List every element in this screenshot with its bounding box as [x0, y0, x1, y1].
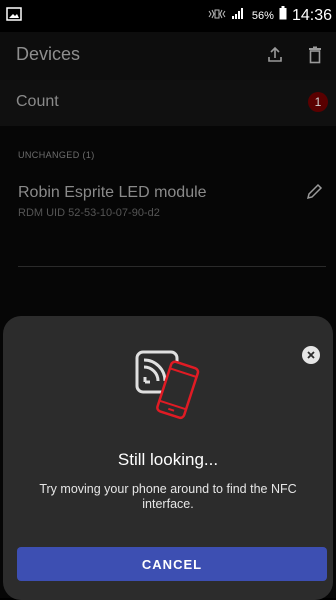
sheet-message: Try moving your phone around to find the… [39, 482, 297, 511]
device-uid: RDM UID 52-53-10-07-90-d2 [18, 207, 160, 219]
signal-icon [231, 6, 247, 25]
count-badge: 1 [308, 92, 328, 112]
count-label: Count [16, 93, 59, 110]
sheet-title: Still looking... [117, 450, 219, 469]
upload-icon[interactable] [264, 44, 286, 66]
page-title: Devices [16, 44, 81, 64]
delete-icon[interactable] [304, 44, 326, 66]
section-header: UNCHANGED (1) [18, 150, 95, 160]
count-row: Count 1 [0, 80, 336, 126]
nfc-scan-sheet: Still looking... Try moving your phone a… [3, 316, 333, 600]
cancel-button[interactable]: CANCEL [17, 547, 327, 581]
device-name[interactable]: Robin Esprite LED module [18, 184, 207, 202]
battery-percent: 56% [251, 9, 274, 22]
edit-icon[interactable] [304, 182, 324, 207]
gallery-icon [6, 7, 22, 26]
divider [18, 266, 326, 267]
app-bar: Devices [0, 32, 336, 80]
nfc-vibrate-icon [208, 7, 226, 25]
nfc-phone-icon [134, 344, 204, 431]
battery-icon [279, 6, 287, 25]
status-bar: 56% 14:36 [0, 0, 336, 32]
clock: 14:36 [291, 6, 332, 24]
close-icon[interactable] [302, 346, 320, 364]
